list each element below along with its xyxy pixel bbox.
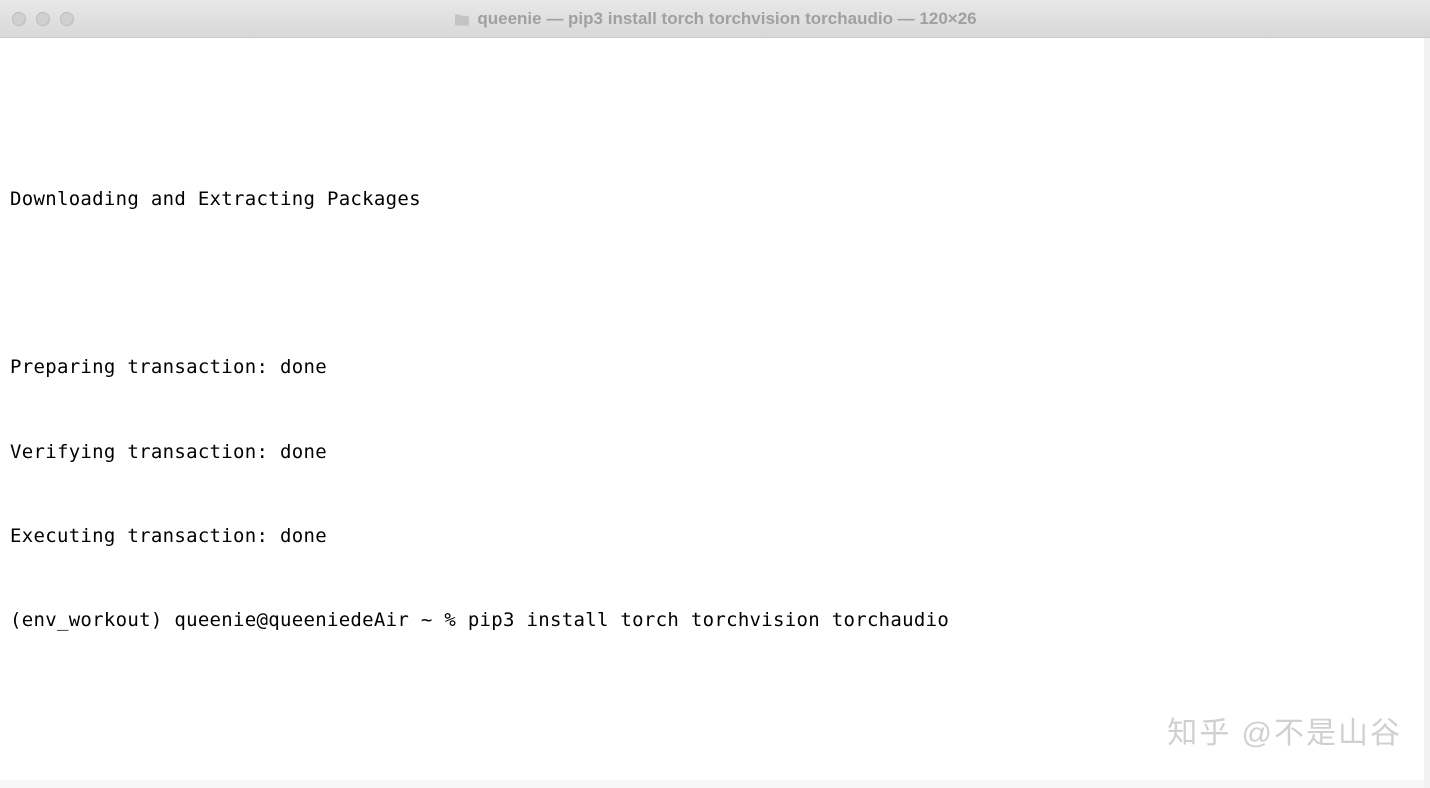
horizontal-scrollbar[interactable] (0, 780, 1424, 788)
terminal-output[interactable]: Downloading and Extracting Packages Prep… (0, 38, 1430, 788)
terminal-line (10, 269, 1420, 297)
folder-icon (453, 12, 471, 26)
terminal-line (10, 691, 1420, 719)
traffic-lights (12, 12, 74, 26)
close-button[interactable] (12, 12, 26, 26)
prompt-line: (env_workout) queenie@queeniedeAir ~ % p… (10, 606, 1420, 634)
terminal-line (10, 100, 1420, 128)
terminal-line: Downloading and Extracting Packages (10, 185, 1420, 213)
terminal-line: Preparing transaction: done (10, 353, 1420, 381)
window-title: queenie — pip3 install torch torchvision… (0, 9, 1430, 29)
minimize-button[interactable] (36, 12, 50, 26)
maximize-button[interactable] (60, 12, 74, 26)
terminal-window: queenie — pip3 install torch torchvision… (0, 0, 1430, 788)
terminal-line: Executing transaction: done (10, 522, 1420, 550)
terminal-line: Verifying transaction: done (10, 438, 1420, 466)
window-titlebar[interactable]: queenie — pip3 install torch torchvision… (0, 0, 1430, 38)
window-title-text: queenie — pip3 install torch torchvision… (477, 9, 976, 29)
vertical-scrollbar[interactable] (1424, 38, 1430, 788)
